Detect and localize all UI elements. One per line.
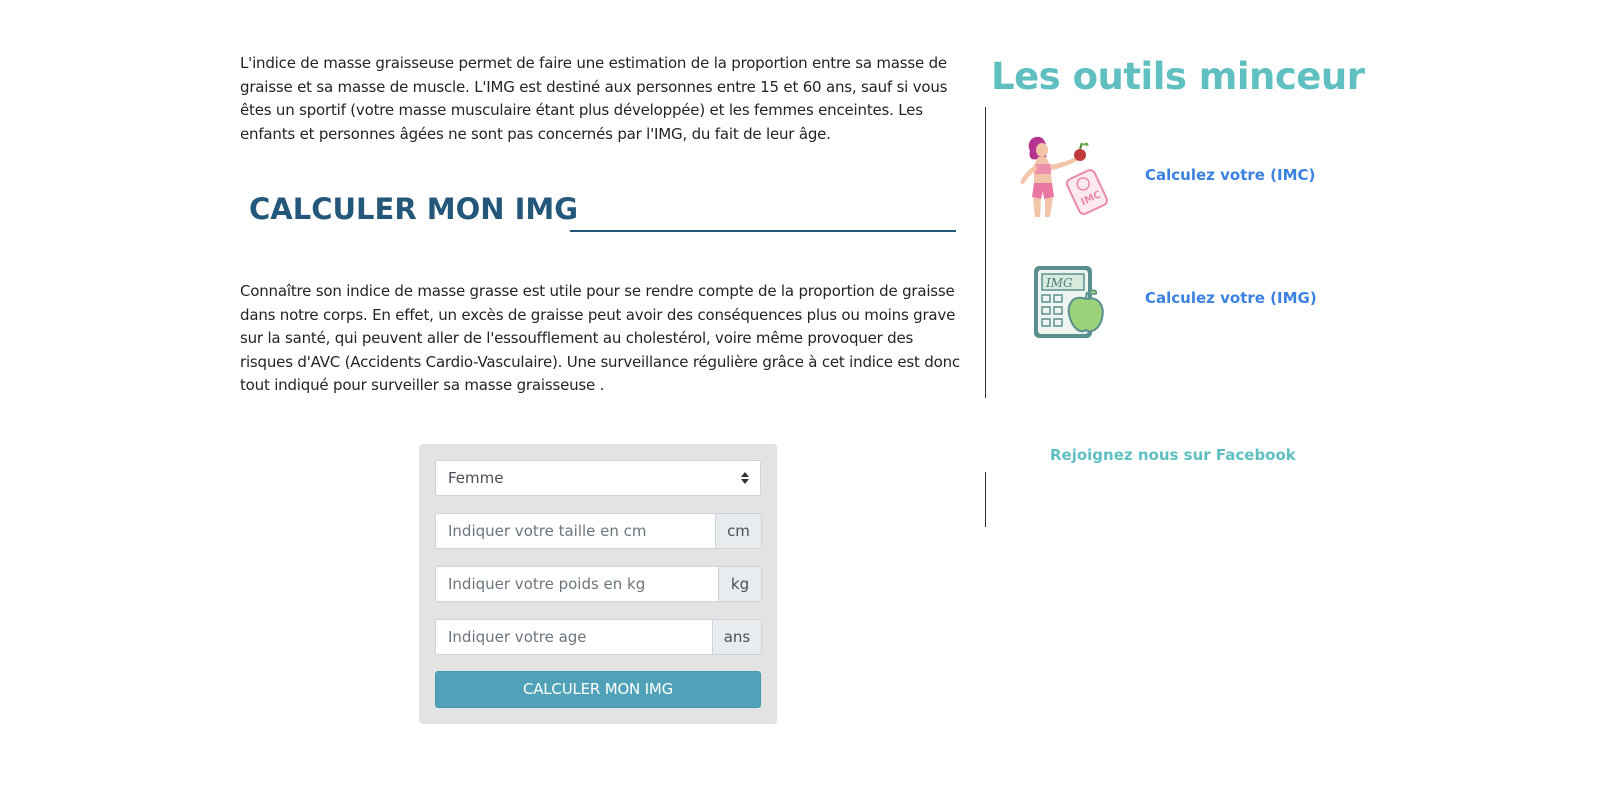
img-icon-text: IMG bbox=[1045, 276, 1073, 290]
age-unit-addon: ans bbox=[713, 619, 762, 655]
weight-placeholder: Indiquer votre poids en kg bbox=[448, 575, 646, 593]
intro-paragraph: L'indice de masse graisseuse permet de f… bbox=[240, 54, 948, 143]
sidebar-divider-2 bbox=[985, 472, 986, 527]
age-input[interactable]: Indiquer votre age bbox=[435, 619, 713, 655]
calculate-imc-link[interactable]: Calculez votre (IMC) bbox=[1145, 166, 1315, 184]
age-placeholder: Indiquer votre age bbox=[448, 628, 587, 646]
body-content: Connaître son indice de masse grasse est… bbox=[240, 280, 960, 398]
weight-input[interactable]: Indiquer votre poids en kg bbox=[435, 566, 719, 602]
height-unit-addon: cm bbox=[716, 513, 762, 549]
age-input-group: Indiquer votre age ans bbox=[435, 619, 762, 655]
img-calculator-form: Femme Indiquer votre taille en cm cm Ind… bbox=[419, 444, 777, 724]
sex-select[interactable]: Femme bbox=[435, 460, 761, 496]
tool-item-img: IMG Calculez votre (IMG) bbox=[1010, 262, 1330, 352]
sidebar-title: Les outils minceur bbox=[991, 55, 1365, 98]
body-paragraph: Connaître son indice de masse grasse est… bbox=[240, 282, 960, 394]
height-input[interactable]: Indiquer votre taille en cm bbox=[435, 513, 716, 549]
facebook-link[interactable]: Rejoignez nous sur Facebook bbox=[1050, 446, 1296, 464]
section-heading: CALCULER MON IMG bbox=[249, 190, 959, 234]
height-input-group: Indiquer votre taille en cm cm bbox=[435, 513, 762, 549]
calculate-img-button[interactable]: CALCULER MON IMG bbox=[435, 671, 761, 708]
select-caret-icon bbox=[741, 472, 749, 484]
calculator-apple-img-icon[interactable]: IMG bbox=[1010, 262, 1120, 352]
page: L'indice de masse graisseuse permet de f… bbox=[0, 0, 1600, 789]
calculate-img-link[interactable]: Calculez votre (IMG) bbox=[1145, 289, 1317, 307]
tool-item-imc: IMC Calculez votre (IMC) bbox=[1010, 133, 1330, 223]
weight-input-group: Indiquer votre poids en kg kg bbox=[435, 566, 762, 602]
sidebar-divider bbox=[985, 107, 986, 398]
main-content: L'indice de masse graisseuse permet de f… bbox=[240, 52, 960, 146]
weight-unit-addon: kg bbox=[719, 566, 762, 602]
title-underline bbox=[570, 230, 956, 232]
height-placeholder: Indiquer votre taille en cm bbox=[448, 522, 647, 540]
woman-scale-imc-icon[interactable]: IMC bbox=[1010, 133, 1120, 223]
section-title: CALCULER MON IMG bbox=[249, 192, 579, 226]
sex-select-value: Femme bbox=[448, 469, 504, 487]
